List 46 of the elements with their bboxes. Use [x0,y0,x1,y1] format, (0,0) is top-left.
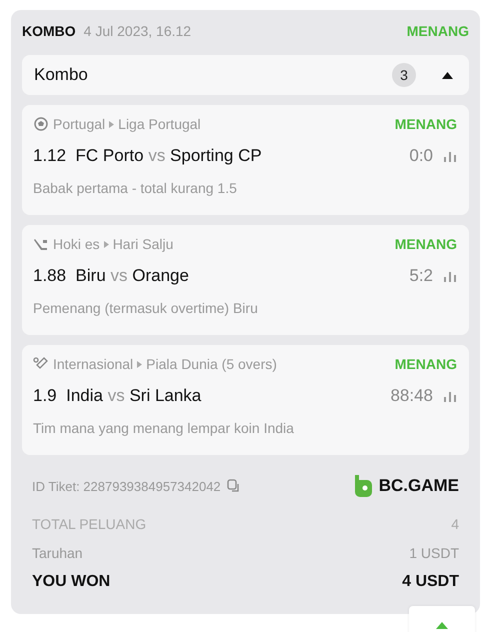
hockey-stick-icon [33,237,49,251]
chevron-icon [137,360,142,368]
caret-icon [436,622,448,629]
country-label: Portugal [53,116,106,132]
chevron-icon [109,120,114,128]
league-label: Liga Portugal [118,116,201,132]
score: 5:2 [409,266,433,286]
combo-header[interactable]: Kombo 3 [22,55,469,95]
league-label: Hari Salju [112,236,174,252]
match-line: 1.9 India vs Sri Lanka [33,386,202,406]
bet-type: KOMBO [22,23,76,39]
chevron-icon [104,240,109,248]
count-badge: 3 [392,63,416,87]
scroll-top-button[interactable] [409,606,475,632]
market-label: Tim mana yang menang lempar koin India [33,420,295,436]
total-label: Taruhan [32,544,83,560]
logo-icon [352,475,373,497]
total-label: YOU WON [32,572,110,590]
match-line: 1.88 Biru vs Orange [33,266,189,286]
total-label: TOTAL PELUANG [32,516,146,532]
country-label: Internasional [53,356,134,372]
status-label: MENANG [394,116,457,132]
cricket-bat-icon [33,357,49,371]
status-label: MENANG [406,23,469,39]
total-value: 4 [451,516,459,532]
stats-icon[interactable] [443,390,457,402]
score: 0:0 [409,146,433,166]
score: 88:48 [390,386,433,406]
stats-icon[interactable] [443,270,457,282]
brand-name: BC.GAME [378,476,459,496]
status-label: MENANG [394,356,457,372]
market-label: Pemenang (termasuk overtime) Biru [33,300,259,316]
soccer-ball-icon [33,117,49,131]
market-label: Babak pertama - total kurang 1.5 [33,180,238,196]
stats-icon[interactable] [443,150,457,162]
combo-title: Kombo [34,65,88,85]
country-label: Hoki es [53,236,100,252]
total-value: 1 USDT [409,544,459,560]
bet-date: 4 Jul 2023, 16.12 [84,23,192,39]
total-value: 4 USDT [402,572,459,590]
ticket-id: ID Tiket: 2287939384957342042 [32,478,221,494]
caret-icon [442,72,453,78]
status-label: MENANG [394,236,457,252]
match-line: 1.12 FC Porto vs Sporting CP [33,146,262,166]
league-label: Piala Dunia (5 overs) [146,356,277,372]
copy-icon[interactable] [226,479,241,493]
